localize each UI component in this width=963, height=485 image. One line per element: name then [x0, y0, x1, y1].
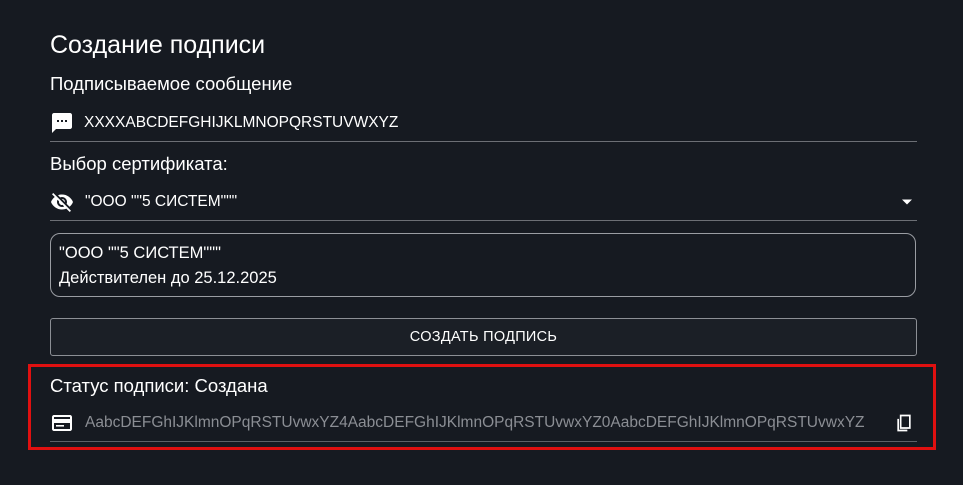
- signature-field[interactable]: AabcDEFGhIJKlmnOPqRSTUvwxYZ4AabcDEFGhIJK…: [50, 405, 917, 442]
- signature-status: Статус подписи: Создана: [50, 375, 268, 396]
- certificate-validity: Действителен до 25.12.2025: [59, 269, 277, 287]
- create-signature-button[interactable]: СОЗДАТЬ ПОДПИСЬ: [50, 318, 917, 356]
- message-label: Подписываемое сообщение: [50, 73, 293, 94]
- chevron-down-icon[interactable]: [899, 194, 915, 210]
- copy-icon[interactable]: [893, 412, 915, 434]
- certificate-selected: "ООО ""5 СИСТЕМ""": [85, 193, 238, 210]
- message-icon: [50, 110, 76, 136]
- message-value: XXXXABCDEFGHIJKLMNOPQRSTUVWXYZ: [84, 114, 399, 131]
- certificate-name: "ООО ""5 СИСТЕМ""": [59, 244, 221, 262]
- visibility-off-icon: [50, 189, 76, 215]
- card-icon: [50, 410, 76, 436]
- certificate-select[interactable]: "ООО ""5 СИСТЕМ""": [50, 184, 917, 221]
- certificate-card: "ООО ""5 СИСТЕМ""" Действителен до 25.12…: [50, 233, 916, 297]
- certificate-label: Выбор сертификата:: [50, 153, 228, 174]
- message-field[interactable]: XXXXABCDEFGHIJKLMNOPQRSTUVWXYZ: [50, 105, 917, 142]
- signature-value: AabcDEFGhIJKlmnOPqRSTUvwxYZ4AabcDEFGhIJK…: [85, 414, 865, 431]
- page-title: Создание подписи: [50, 31, 266, 59]
